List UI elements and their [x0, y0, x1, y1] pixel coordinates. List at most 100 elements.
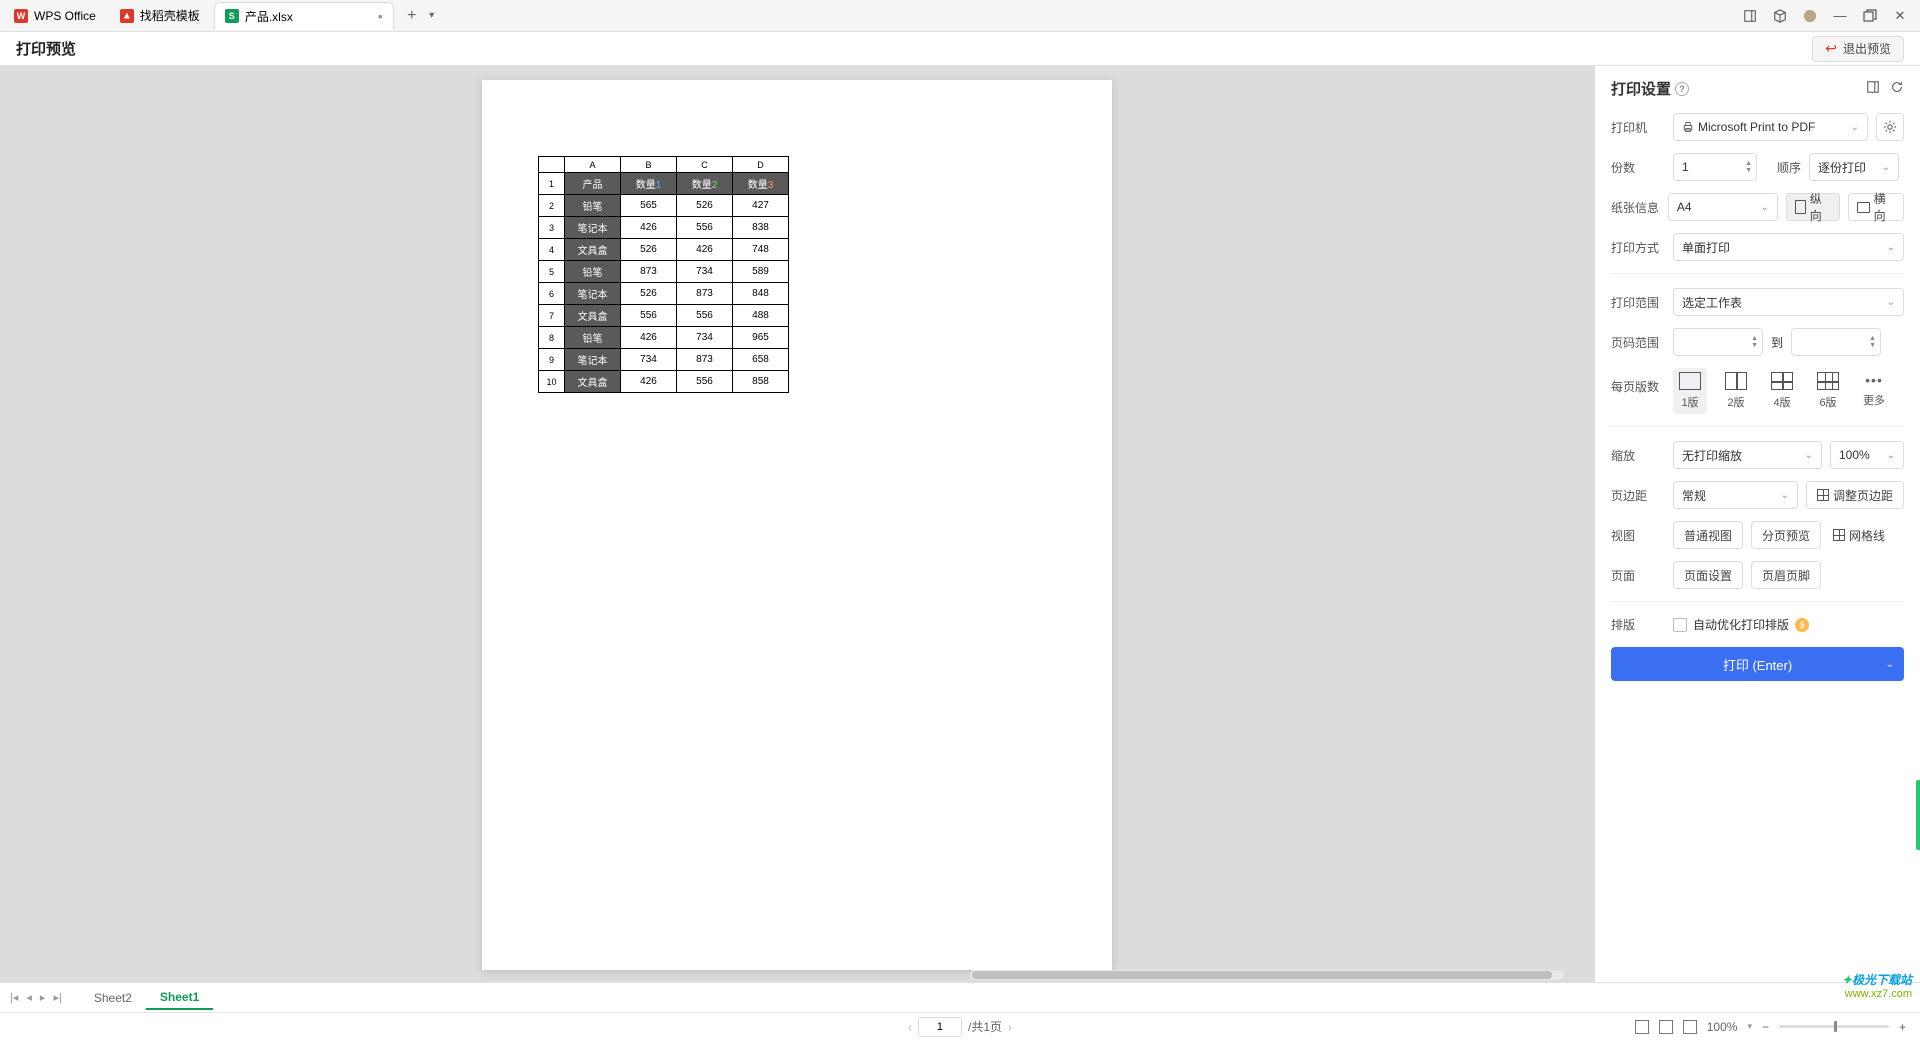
- tab-close-icon[interactable]: •: [378, 8, 383, 24]
- view-mode-3-icon[interactable]: [1683, 1020, 1697, 1034]
- collapse-panel-icon[interactable]: [1866, 80, 1880, 97]
- layout-more[interactable]: •••更多: [1857, 368, 1891, 412]
- print-mode-label: 打印方式: [1611, 239, 1665, 256]
- page-total-label: /共1页: [968, 1018, 1002, 1035]
- zoom-label[interactable]: 100%: [1707, 1020, 1738, 1034]
- landscape-icon: [1857, 202, 1870, 213]
- tab-templates[interactable]: 找稻壳模板: [110, 2, 210, 30]
- printer-icon: [1682, 121, 1694, 133]
- printer-settings-button[interactable]: [1876, 113, 1904, 141]
- layout-1up[interactable]: 1版: [1673, 368, 1707, 414]
- range-label: 打印范围: [1611, 294, 1665, 311]
- view-page-button[interactable]: 分页预览: [1751, 521, 1821, 549]
- minimize-button[interactable]: —: [1826, 2, 1854, 30]
- order-select[interactable]: 逐份打印⌄: [1809, 153, 1899, 181]
- preview-header: 打印预览 ↩ 退出预览: [0, 32, 1920, 66]
- exit-preview-button[interactable]: ↩ 退出预览: [1812, 36, 1904, 62]
- page-to-label: 到: [1771, 334, 1783, 351]
- sheet-nav-next-icon[interactable]: ▸: [40, 991, 46, 1004]
- tab-dropdown-icon[interactable]: ▾: [424, 4, 440, 28]
- tab-label: WPS Office: [34, 9, 96, 23]
- adjust-margins-button[interactable]: 调整页边距: [1806, 481, 1904, 509]
- sheet-nav-prev-icon[interactable]: ◂: [26, 991, 32, 1004]
- sheet-tab-sheet1[interactable]: Sheet1: [146, 986, 213, 1010]
- header-footer-button[interactable]: 页眉页脚: [1751, 561, 1821, 589]
- cube-icon[interactable]: [1766, 2, 1794, 30]
- spinner-up-icon[interactable]: ▲: [1745, 160, 1752, 167]
- sheet-tab-bar: |◂ ◂ ▸ ▸| Sheet2 Sheet1: [0, 982, 1920, 1012]
- scale-label: 缩放: [1611, 447, 1665, 464]
- margin-label: 页边距: [1611, 487, 1665, 504]
- sheet-nav-last-icon[interactable]: ▸|: [53, 991, 61, 1004]
- preview-canvas[interactable]: A B C D 1产品数量1数量2数量32铅笔5655264273笔记本4265…: [0, 66, 1594, 982]
- tab-label: 找稻壳模板: [140, 7, 200, 24]
- printer-select[interactable]: Microsoft Print to PDF ⌄: [1673, 113, 1868, 141]
- page-setup-button[interactable]: 页面设置: [1673, 561, 1743, 589]
- titlebar: W WPS Office 找稻壳模板 S 产品.xlsx • + ▾ — ✕: [0, 0, 1920, 32]
- zoom-in-icon[interactable]: +: [1899, 1020, 1906, 1034]
- copies-label: 份数: [1611, 159, 1665, 176]
- layout-label: 每页版数: [1611, 368, 1665, 395]
- zoom-slider[interactable]: [1779, 1025, 1889, 1028]
- table-row: 1产品数量1数量2数量3: [539, 173, 789, 195]
- chevron-down-icon[interactable]: ⌄: [1886, 659, 1894, 670]
- tab-wps-home[interactable]: W WPS Office: [4, 2, 106, 30]
- layout-4up[interactable]: 4版: [1765, 368, 1799, 414]
- portrait-icon: [1795, 200, 1806, 214]
- view-label: 视图: [1611, 527, 1665, 544]
- scale-select[interactable]: 无打印缩放⌄: [1673, 441, 1822, 469]
- range-select[interactable]: 选定工作表⌄: [1673, 288, 1904, 316]
- refresh-icon[interactable]: [1890, 80, 1904, 97]
- chevron-down-icon: ⌄: [1851, 122, 1859, 133]
- sheet-tab-sheet2[interactable]: Sheet2: [80, 987, 146, 1009]
- maximize-button[interactable]: [1856, 2, 1884, 30]
- spinner-down-icon[interactable]: ▼: [1745, 167, 1752, 174]
- paper-select[interactable]: A4⌄: [1668, 193, 1778, 221]
- horizontal-scrollbar[interactable]: [970, 970, 1564, 980]
- orientation-landscape[interactable]: 横向: [1848, 193, 1904, 221]
- print-settings-panel: 打印设置 ? 打印机 Microsoft Print to PDF ⌄ 份数 1…: [1594, 66, 1920, 982]
- table-row: 5铅笔873734589: [539, 261, 789, 283]
- avatar-icon[interactable]: [1796, 2, 1824, 30]
- view-mode-2-icon[interactable]: [1659, 1020, 1673, 1034]
- page-preview: A B C D 1产品数量1数量2数量32铅笔5655264273笔记本4265…: [482, 80, 1112, 970]
- page-to-input[interactable]: ▲▼: [1791, 328, 1881, 356]
- table-row: 4文具盒526426748: [539, 239, 789, 261]
- print-button[interactable]: 打印 (Enter) ⌄: [1611, 647, 1904, 681]
- layout-2up[interactable]: 2版: [1719, 368, 1753, 414]
- preview-table: A B C D 1产品数量1数量2数量32铅笔5655264273笔记本4265…: [538, 156, 789, 393]
- sheet-nav-first-icon[interactable]: |◂: [10, 991, 18, 1004]
- gridlines-toggle[interactable]: 网格线: [1829, 521, 1889, 549]
- table-row: 8铅笔426734965: [539, 327, 789, 349]
- table-row: 3笔记本426556838: [539, 217, 789, 239]
- margin-select[interactable]: 常规⌄: [1673, 481, 1798, 509]
- view-normal-button[interactable]: 普通视图: [1673, 521, 1743, 549]
- tab-file-product[interactable]: S 产品.xlsx •: [214, 2, 394, 30]
- spreadsheet-icon: S: [225, 9, 239, 23]
- print-mode-select[interactable]: 单面打印⌄: [1673, 233, 1904, 261]
- page-from-input[interactable]: ▲▼: [1673, 328, 1763, 356]
- table-row: 9笔记本734873658: [539, 349, 789, 371]
- layout-6up[interactable]: 6版: [1811, 368, 1845, 414]
- table-row: 2铅笔565526427: [539, 195, 789, 217]
- new-tab-button[interactable]: +: [400, 4, 424, 28]
- zoom-dropdown-icon[interactable]: ▾: [1747, 1021, 1752, 1032]
- view-mode-1-icon[interactable]: [1635, 1020, 1649, 1034]
- help-icon[interactable]: ?: [1675, 82, 1689, 96]
- orientation-portrait[interactable]: 纵向: [1786, 193, 1840, 221]
- panel-toggle-icon[interactable]: [1736, 2, 1764, 30]
- page-number-input[interactable]: [918, 1017, 962, 1037]
- copies-input[interactable]: 1 ▲▼: [1673, 153, 1757, 181]
- scale-pct-select[interactable]: 100%⌄: [1830, 441, 1904, 469]
- premium-icon: $: [1795, 618, 1809, 632]
- col-header: C: [677, 157, 733, 173]
- close-button[interactable]: ✕: [1886, 2, 1914, 30]
- page-prev-icon[interactable]: ‹: [908, 1020, 912, 1034]
- printer-label: 打印机: [1611, 119, 1665, 136]
- table-row: 10文具盒426556858: [539, 371, 789, 393]
- side-accent: [1916, 780, 1920, 850]
- page-next-icon[interactable]: ›: [1008, 1020, 1012, 1034]
- order-label: 顺序: [1777, 159, 1801, 176]
- auto-typeset-checkbox[interactable]: [1673, 618, 1687, 632]
- zoom-out-icon[interactable]: −: [1762, 1020, 1769, 1034]
